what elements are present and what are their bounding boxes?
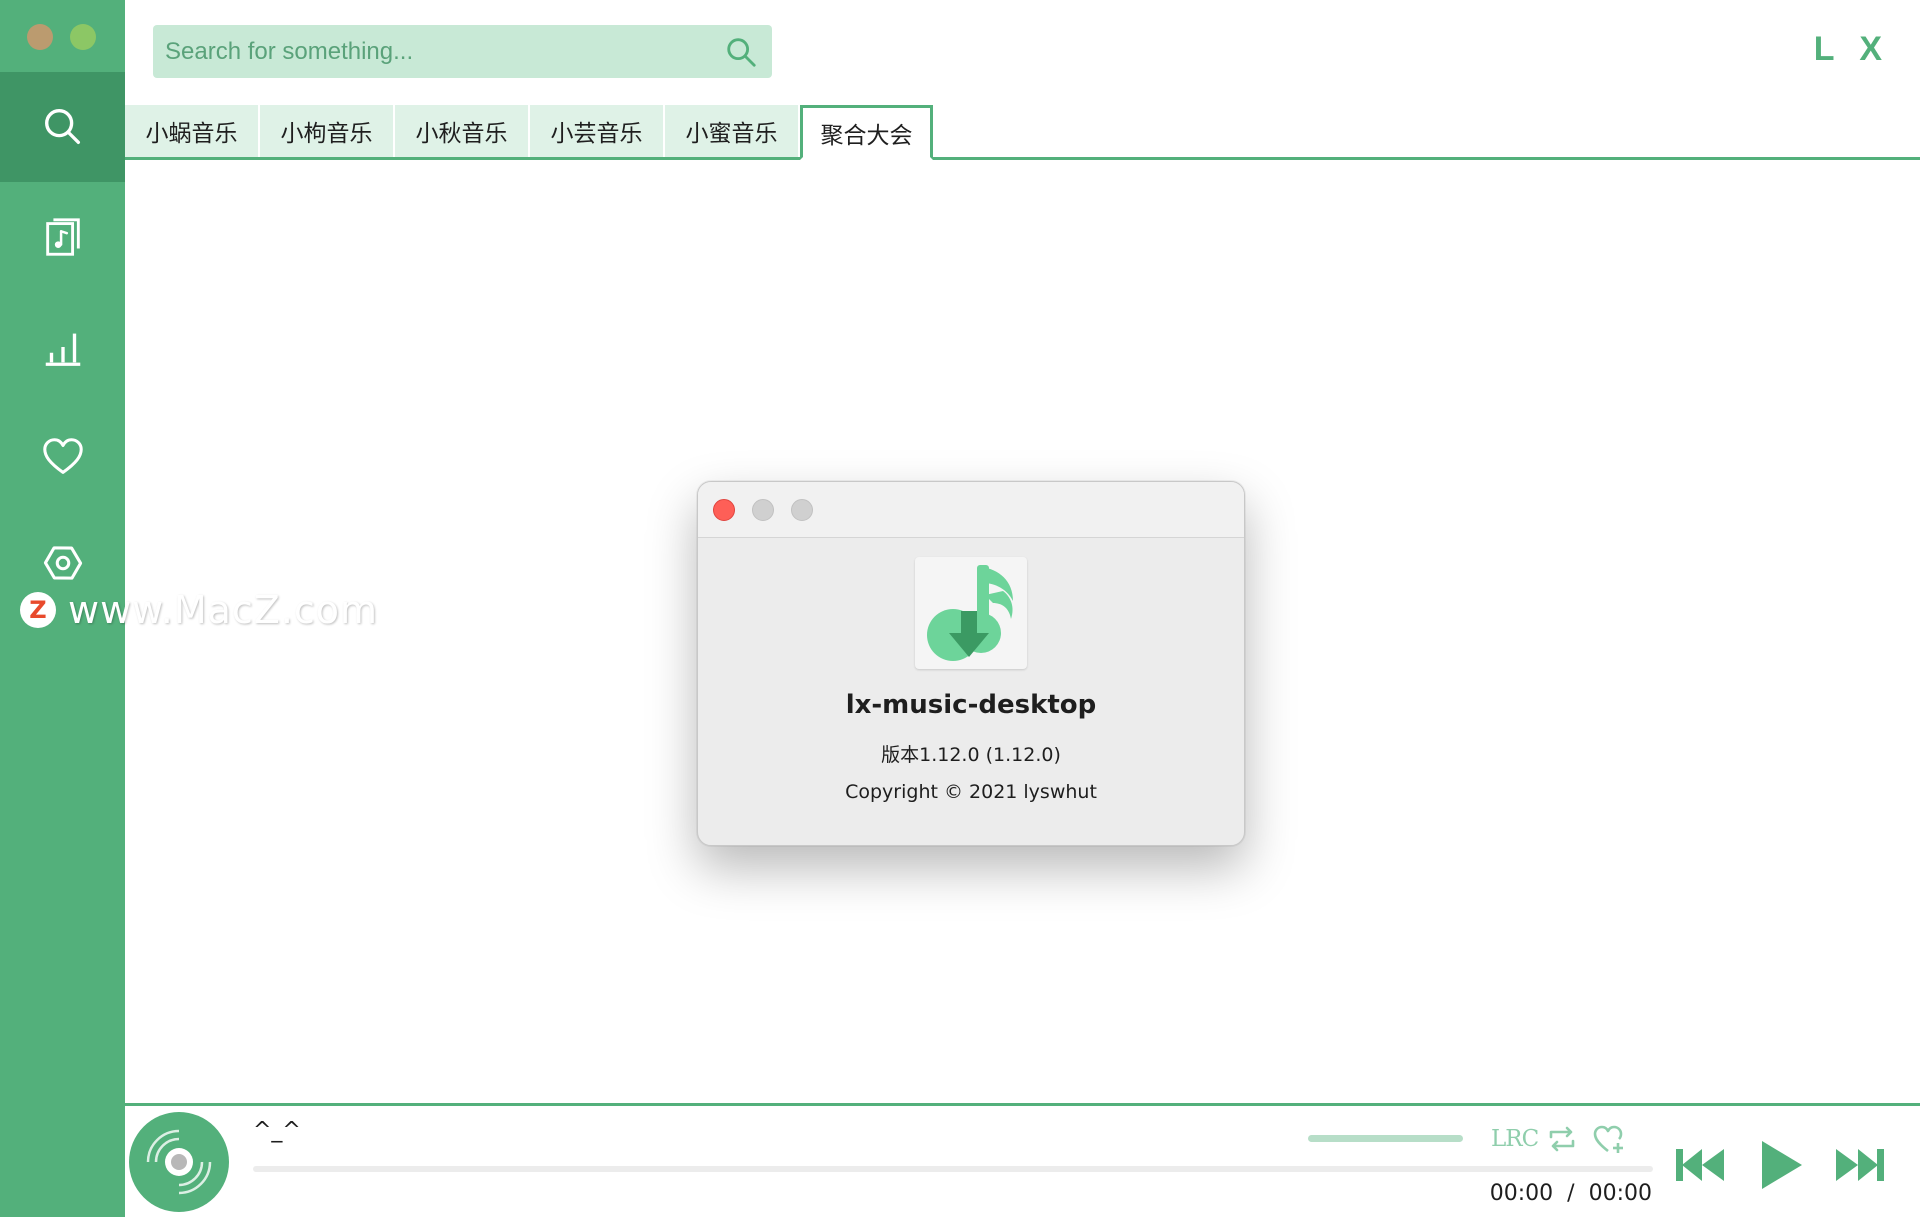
search-icon	[44, 109, 80, 145]
app-name: lx-music-desktop	[845, 690, 1097, 720]
tab-source-2[interactable]: 小枸音乐	[260, 105, 393, 157]
album-cover[interactable]	[128, 1111, 230, 1213]
dialog-titlebar	[698, 482, 1244, 538]
heart-plus-icon	[1593, 1125, 1623, 1153]
tab-source-4[interactable]: 小芸音乐	[530, 105, 663, 157]
tab-source-aggregate[interactable]: 聚合大会	[800, 105, 933, 160]
sidebar-item-songlist[interactable]	[0, 182, 125, 292]
play-button[interactable]	[1750, 1135, 1810, 1195]
watermark: Z www.MacZ.com	[20, 588, 378, 632]
previous-track-button[interactable]	[1670, 1135, 1730, 1195]
window-close-button[interactable]	[27, 24, 53, 50]
add-to-favorites-button[interactable]	[1592, 1122, 1626, 1156]
next-track-button[interactable]	[1830, 1135, 1890, 1195]
tab-source-3[interactable]: 小秋音乐	[395, 105, 528, 157]
repeat-icon	[1549, 1126, 1575, 1152]
repeat-button[interactable]	[1545, 1122, 1579, 1156]
heart-icon	[42, 438, 83, 474]
search-bar	[153, 25, 772, 78]
search-icon	[727, 37, 756, 67]
music-file-icon	[45, 218, 80, 256]
app-copyright: Copyright © 2021 lyswhut	[845, 781, 1097, 803]
total-time: 00:00	[1588, 1181, 1652, 1206]
next-icon	[1836, 1149, 1884, 1181]
app-icon	[915, 557, 1027, 669]
lyrics-toggle[interactable]: LRC	[1491, 1122, 1539, 1156]
progress-bar[interactable]	[253, 1166, 1653, 1172]
watermark-text: www.MacZ.com	[68, 588, 379, 632]
music-download-icon	[927, 565, 1013, 661]
tab-source-1[interactable]: 小蜗音乐	[125, 105, 258, 157]
search-button[interactable]	[710, 25, 772, 78]
time-separator: /	[1567, 1181, 1575, 1206]
tab-source-5[interactable]: 小蜜音乐	[665, 105, 798, 157]
bar-chart-icon	[45, 333, 80, 366]
song-title: ^_^	[253, 1118, 301, 1143]
play-icon	[1762, 1141, 1802, 1189]
current-time: 00:00	[1489, 1181, 1554, 1206]
time-display: 00:00 / 00:00	[1472, 1181, 1652, 1206]
window-minimize-button[interactable]	[70, 24, 96, 50]
vinyl-disc-icon	[129, 1112, 229, 1212]
about-dialog: lx-music-desktop 版本1.12.0 (1.12.0) Copyr…	[697, 481, 1245, 846]
dialog-close-button[interactable]	[713, 499, 735, 521]
dialog-minimize-button[interactable]	[752, 499, 774, 521]
gear-icon	[43, 546, 82, 580]
watermark-logo: Z	[20, 592, 56, 628]
brand-logo: L X	[1813, 30, 1890, 68]
sidebar-item-search[interactable]	[0, 72, 125, 182]
player-bar: ^_^ LRC 00:00 / 00:00	[125, 1106, 1920, 1217]
search-input[interactable]	[153, 25, 710, 78]
app-version: 版本1.12.0 (1.12.0)	[881, 744, 1061, 766]
sidebar-item-favorites[interactable]	[0, 402, 125, 512]
volume-slider[interactable]	[1308, 1135, 1463, 1142]
previous-icon	[1676, 1149, 1724, 1181]
source-tabs: 小蜗音乐 小枸音乐 小秋音乐 小芸音乐 小蜜音乐 聚合大会	[125, 105, 935, 160]
dialog-zoom-button[interactable]	[791, 499, 813, 521]
sidebar-item-leaderboard[interactable]	[0, 292, 125, 402]
